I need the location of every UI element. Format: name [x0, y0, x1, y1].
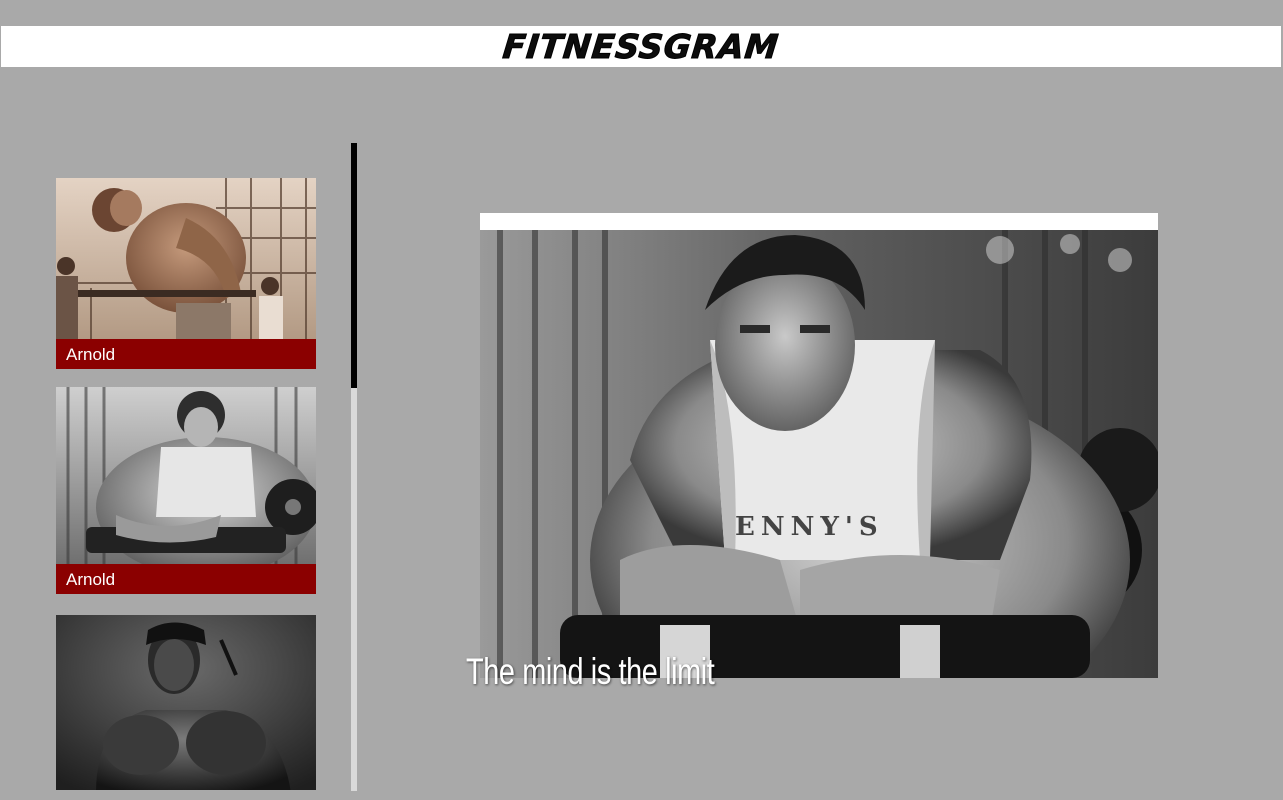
page: FITNESSGRAM Arnold Arnold ENNY'S The min… [0, 0, 1283, 800]
thumbnail-image-1[interactable] [56, 178, 316, 339]
featured-photo: ENNY'S [480, 230, 1158, 678]
sidebar-scrollbar[interactable] [351, 143, 357, 791]
thumbnail-card-3[interactable] [56, 615, 316, 790]
thumbnail-image-3[interactable] [56, 615, 316, 790]
svg-text:ENNY'S: ENNY'S [735, 512, 884, 542]
brand-logo[interactable]: FITNESSGRAM [501, 27, 782, 67]
thumbnail-caption-1: Arnold [56, 339, 316, 369]
thumbnail-caption-2: Arnold [56, 564, 316, 594]
featured-quote: The mind is the limit [466, 651, 715, 692]
thumbnail-image-2[interactable] [56, 387, 316, 564]
thumbnail-list[interactable]: Arnold Arnold [56, 178, 316, 790]
featured-image: ENNY'S [480, 213, 1158, 678]
header-bar: FITNESSGRAM [1, 26, 1281, 67]
thumbnail-card-2[interactable]: Arnold [56, 387, 316, 594]
thumbnail-card-1[interactable]: Arnold [56, 178, 316, 369]
sidebar-scrollbar-thumb[interactable] [351, 143, 357, 388]
